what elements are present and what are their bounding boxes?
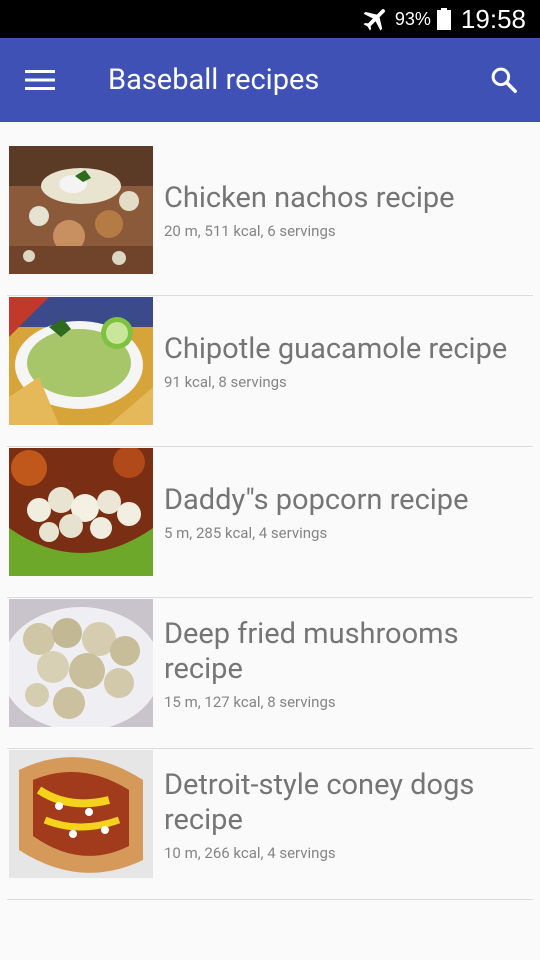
recipe-meta: 20 m, 511 kcal, 6 servings: [164, 222, 336, 240]
battery-percentage: 93%: [394, 8, 431, 29]
airplane-mode-icon: [363, 9, 385, 31]
recipe-title: Daddy"s popcorn recipe: [164, 483, 469, 517]
recipe-text: Chicken nachos recipe 20 m, 511 kcal, 6 …: [164, 145, 525, 276]
app-bar: Baseball recipes: [0, 38, 540, 122]
recipe-title: Detroit-style coney dogs recipe: [164, 767, 475, 837]
search-button[interactable]: [482, 58, 526, 102]
recipe-text: Detroit-style coney dogs recipe 10 m, 26…: [164, 749, 525, 880]
recipe-title: Deep fried mushrooms recipe: [164, 616, 459, 686]
chipotle-guacamole-image: [9, 297, 153, 425]
status-bar: 93% 19:58: [0, 0, 540, 38]
recipe-item-daddys-popcorn[interactable]: Daddy"s popcorn recipe 5 m, 285 kcal, 4 …: [7, 447, 533, 598]
menu-icon: [25, 70, 55, 90]
popcorn-image: [9, 448, 153, 576]
search-icon: [491, 67, 517, 93]
fried-mushrooms-image: [9, 599, 153, 727]
recipe-title: Chipotle guacamole recipe: [164, 332, 508, 366]
recipe-meta: 15 m, 127 kcal, 8 servings: [164, 692, 336, 711]
coney-dogs-image: [9, 750, 153, 878]
clock: 19:58: [460, 3, 526, 34]
battery-icon: [436, 8, 451, 30]
menu-button[interactable]: [18, 58, 62, 102]
chicken-nachos-image: [9, 146, 153, 274]
page-title: Baseball recipes: [108, 63, 320, 97]
recipe-meta: 5 m, 285 kcal, 4 servings: [164, 524, 328, 542]
recipe-text: Chipotle guacamole recipe 91 kcal, 8 ser…: [164, 296, 525, 427]
recipe-title: Chicken nachos recipe: [164, 181, 455, 215]
recipe-meta: 91 kcal, 8 servings: [164, 373, 287, 391]
recipe-text: Deep fried mushrooms recipe 15 m, 127 kc…: [164, 598, 525, 729]
recipe-item-chicken-nachos[interactable]: Chicken nachos recipe 20 m, 511 kcal, 6 …: [7, 145, 533, 296]
recipe-item-detroit-coney-dogs[interactable]: Detroit-style coney dogs recipe 10 m, 26…: [7, 749, 533, 900]
recipe-item-deep-fried-mushrooms[interactable]: Deep fried mushrooms recipe 15 m, 127 kc…: [7, 598, 533, 749]
recipe-text: Daddy"s popcorn recipe 5 m, 285 kcal, 4 …: [164, 447, 525, 578]
recipe-meta: 10 m, 266 kcal, 4 servings: [164, 843, 336, 862]
recipe-list: Chicken nachos recipe 20 m, 511 kcal, 6 …: [0, 145, 540, 900]
recipe-item-chipotle-guacamole[interactable]: Chipotle guacamole recipe 91 kcal, 8 ser…: [7, 296, 533, 447]
